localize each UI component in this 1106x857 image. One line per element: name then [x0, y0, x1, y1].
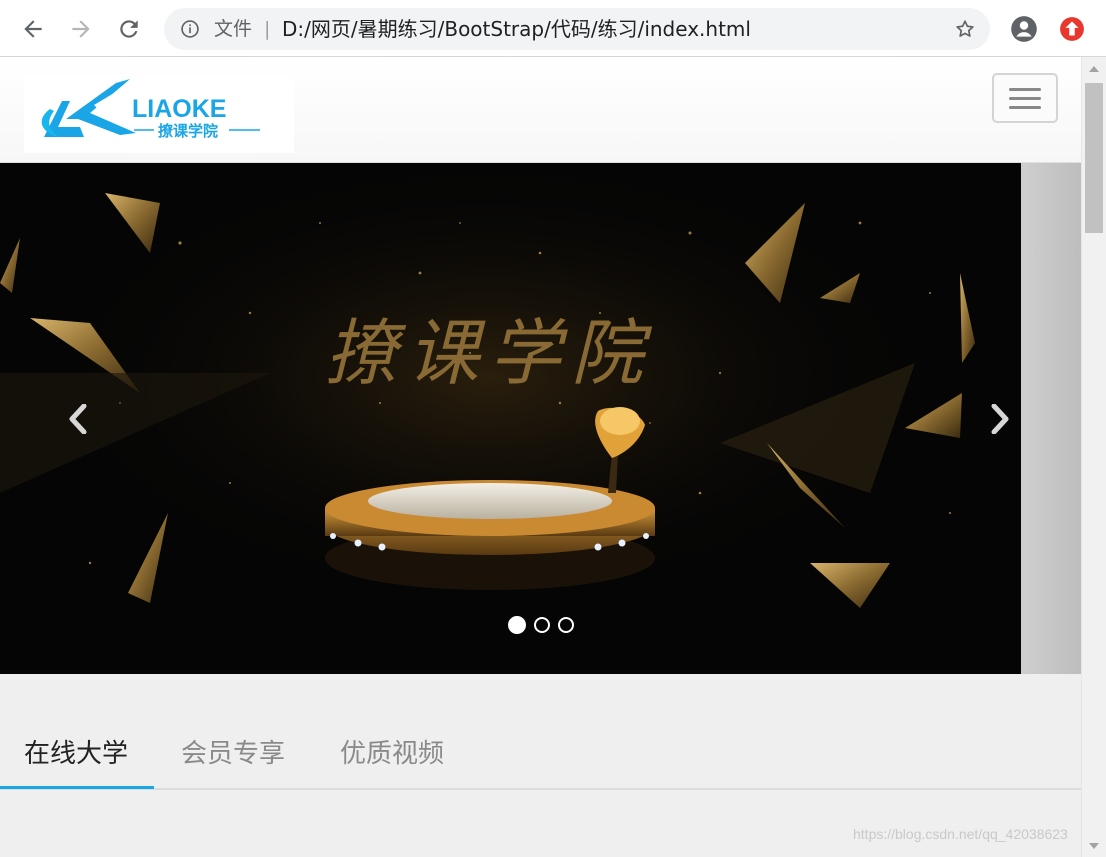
carousel-prev-button[interactable] — [58, 399, 98, 439]
chevron-right-icon — [991, 404, 1009, 434]
scroll-up-arrow[interactable] — [1089, 66, 1099, 72]
hamburger-icon — [1009, 97, 1041, 100]
page-viewport: LIAOKE 撩课学院 撩课学院 在线大学 会员专享 优质视频 — [0, 57, 1081, 857]
extension-update-icon[interactable] — [1059, 16, 1085, 42]
page-scrollbar[interactable] — [1081, 57, 1106, 857]
scroll-thumb[interactable] — [1085, 83, 1103, 233]
brand-tagline: 撩课学院 — [158, 122, 218, 140]
hamburger-icon — [1009, 88, 1041, 91]
info-icon[interactable] — [180, 19, 200, 39]
site-logo[interactable]: LIAOKE 撩课学院 — [24, 75, 294, 153]
banner-title: 撩课学院 — [325, 311, 653, 395]
carousel-next-button[interactable] — [980, 399, 1020, 439]
arrow-right-icon — [72, 20, 90, 38]
carousel-indicator[interactable] — [534, 617, 550, 633]
hamburger-icon — [1009, 106, 1041, 109]
address-bar[interactable]: 文件 | D:/网页/暑期练习/BootStrap/代码/练习/index.ht… — [164, 8, 990, 50]
carousel-edge — [1021, 163, 1081, 674]
active-tab-indicator — [0, 786, 154, 789]
address-separator: | — [264, 18, 271, 40]
carousel-indicators — [508, 616, 574, 634]
carousel-indicator[interactable] — [558, 617, 574, 633]
profile-icon[interactable] — [1010, 15, 1038, 43]
reload-button[interactable] — [114, 14, 144, 44]
course-tabs: 在线大学 会员专享 优质视频 — [0, 722, 1081, 790]
forward-button[interactable] — [66, 14, 96, 44]
chevron-left-icon — [69, 404, 87, 434]
star-icon[interactable] — [954, 18, 976, 40]
tab-quality-videos[interactable]: 优质视频 — [340, 734, 444, 774]
site-navbar: LIAOKE 撩课学院 — [0, 57, 1081, 163]
browser-toolbar: 文件 | D:/网页/暑期练习/BootStrap/代码/练习/index.ht… — [0, 0, 1106, 57]
brand-name: LIAOKE — [132, 95, 226, 123]
banner-carousel[interactable]: 撩课学院 — [0, 163, 1021, 674]
back-button[interactable] — [18, 14, 48, 44]
tab-member-exclusive[interactable]: 会员专享 — [181, 734, 285, 774]
banner-image: 撩课学院 — [0, 163, 1021, 674]
tab-online-university[interactable]: 在线大学 — [24, 734, 128, 774]
carousel-indicator[interactable] — [508, 616, 526, 634]
reload-icon — [120, 20, 138, 38]
arrow-left-icon — [24, 20, 42, 38]
url-text[interactable]: D:/网页/暑期练习/BootStrap/代码/练习/index.html — [282, 18, 751, 40]
scheme-label: 文件 — [214, 18, 253, 40]
liaoke-logo-icon: LIAOKE 撩课学院 — [41, 79, 260, 140]
navbar-toggle-button[interactable] — [992, 73, 1058, 123]
watermark-text: https://blog.csdn.net/qq_42038623 — [853, 826, 1068, 842]
scroll-down-arrow[interactable] — [1089, 843, 1099, 849]
